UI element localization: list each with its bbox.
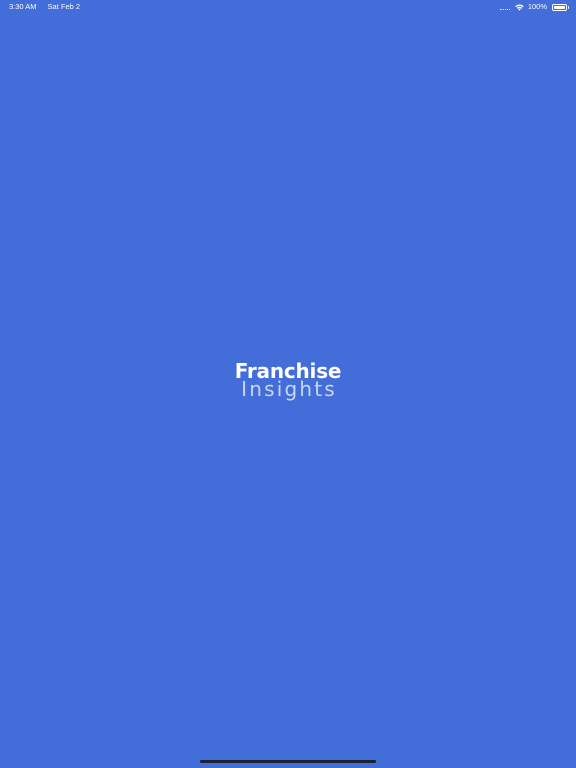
status-time: 3:30 AM — [9, 2, 37, 11]
app-logo: Franchise Insights — [0, 360, 576, 399]
home-indicator[interactable] — [200, 760, 376, 763]
battery-fill — [554, 5, 565, 9]
wifi-icon — [515, 4, 524, 11]
logo-subtitle: Insights — [241, 377, 337, 401]
battery-percent: 100% — [527, 2, 547, 11]
battery-icon — [552, 3, 569, 11]
status-left: 3:30 AM Sat Feb 2 — [9, 0, 80, 14]
status-right: 100% — [499, 0, 569, 14]
status-date: Sat Feb 2 — [47, 2, 81, 11]
status-bar: 3:30 AM Sat Feb 2 100% — [0, 0, 576, 14]
cellular-signal-icon — [499, 4, 510, 10]
